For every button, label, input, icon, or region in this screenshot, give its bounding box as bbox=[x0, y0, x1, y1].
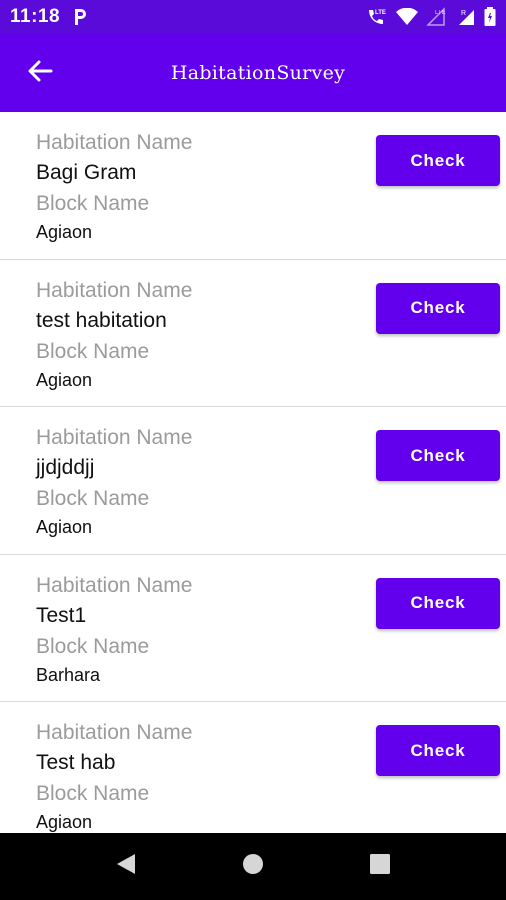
check-button[interactable]: Check bbox=[376, 135, 500, 186]
block-name-label: Block Name bbox=[36, 339, 150, 363]
status-time: 11:18 bbox=[10, 6, 61, 27]
nav-home-button[interactable] bbox=[223, 833, 283, 900]
block-name-value: Agiaon bbox=[36, 517, 93, 537]
svg-text:LTE: LTE bbox=[435, 10, 446, 16]
status-icons: LTE LTE R bbox=[366, 7, 496, 27]
p-icon bbox=[72, 7, 88, 27]
block-name-value: Agiaon bbox=[36, 369, 93, 390]
home-circle-icon bbox=[242, 853, 264, 880]
recents-square-icon bbox=[370, 854, 390, 879]
check-button[interactable]: Check bbox=[376, 577, 500, 629]
list-item: Habitation Name test habitation Block Na… bbox=[0, 260, 506, 407]
battery-icon bbox=[484, 7, 496, 27]
block-name-label: Block Name bbox=[36, 782, 150, 805]
back-triangle-icon bbox=[115, 852, 137, 881]
signal-roaming-icon: R bbox=[458, 7, 476, 27]
habitation-name-value: Bagi Gram bbox=[36, 161, 137, 184]
list-item: Habitation Name jjdjddjj Block Name Agia… bbox=[0, 407, 506, 555]
app-bar: HabitationSurvey bbox=[0, 34, 506, 112]
signal-lte-icon: LTE bbox=[426, 7, 450, 27]
habitation-name-label: Habitation Name bbox=[36, 131, 193, 154]
habitation-name-label: Habitation Name bbox=[36, 573, 193, 597]
habitation-name-label: Habitation Name bbox=[36, 721, 193, 744]
habitation-list: Habitation Name Bagi Gram Block Name Agi… bbox=[0, 112, 506, 833]
block-name-value: Agiaon bbox=[36, 812, 93, 832]
list-item: Habitation Name Test hab Block Name Agia… bbox=[0, 702, 506, 833]
habitation-name-label: Habitation Name bbox=[36, 426, 193, 449]
block-name-value: Barhara bbox=[36, 664, 101, 685]
check-button[interactable]: Check bbox=[376, 430, 500, 481]
volte-call-icon: LTE bbox=[366, 7, 388, 27]
habitation-name-value: Test1 bbox=[36, 603, 87, 627]
check-button[interactable]: Check bbox=[376, 725, 500, 776]
block-name-value: Agiaon bbox=[36, 222, 93, 242]
list-item: Habitation Name Bagi Gram Block Name Agi… bbox=[0, 112, 506, 260]
wifi-icon bbox=[396, 8, 418, 26]
habitation-name-value: test habitation bbox=[36, 308, 167, 332]
check-button[interactable]: Check bbox=[376, 282, 500, 334]
svg-text:R: R bbox=[461, 10, 466, 17]
habitation-name-label: Habitation Name bbox=[36, 278, 193, 302]
habitation-name-value: Test hab bbox=[36, 751, 116, 774]
system-nav-bar bbox=[0, 833, 506, 900]
block-name-label: Block Name bbox=[36, 634, 150, 658]
page-title: HabitationSurvey bbox=[170, 62, 346, 84]
block-name-label: Block Name bbox=[36, 487, 150, 510]
nav-recents-button[interactable] bbox=[350, 833, 410, 900]
nav-back-button[interactable] bbox=[96, 833, 156, 900]
habitation-name-value: jjdjddjj bbox=[36, 456, 95, 479]
block-name-label: Block Name bbox=[36, 192, 150, 215]
status-bar: 11:18 LTE LTE R bbox=[0, 0, 506, 34]
list-item: Habitation Name Test1 Block Name Barhara… bbox=[0, 555, 506, 702]
svg-text:LTE: LTE bbox=[375, 10, 386, 16]
